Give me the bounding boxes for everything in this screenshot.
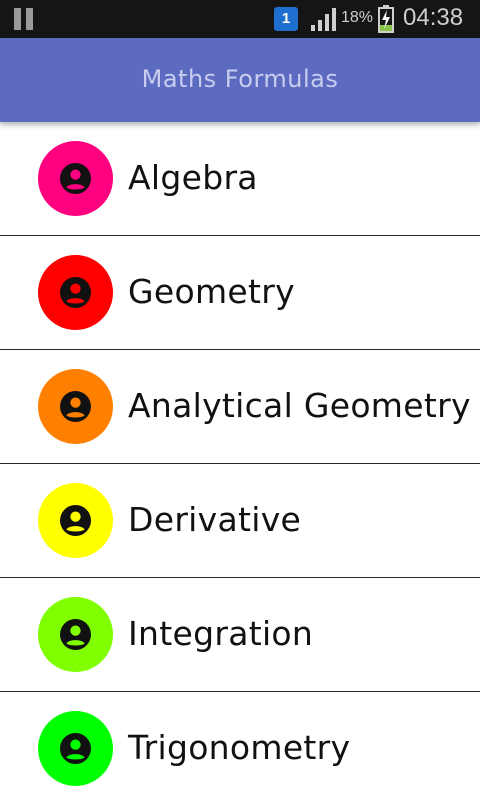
account-circle-icon: [60, 163, 91, 194]
battery-charging-icon: [378, 5, 394, 33]
list-item[interactable]: Trigonometry: [0, 692, 480, 800]
clock: 04:38: [403, 4, 464, 31]
list-item[interactable]: Integration: [0, 578, 480, 692]
account-circle-icon: [60, 391, 91, 422]
list-item[interactable]: Derivative: [0, 464, 480, 578]
topic-label: Geometry: [128, 272, 295, 311]
account-circle-icon: [60, 619, 91, 650]
topic-avatar: [38, 597, 113, 672]
topic-label: Derivative: [128, 500, 302, 539]
account-circle-icon: [60, 277, 91, 308]
topic-avatar: [38, 141, 113, 216]
topic-label: Algebra: [128, 158, 258, 197]
status-bar: 1 18% 04:38: [0, 0, 480, 38]
app-title: Maths Formulas: [141, 65, 339, 93]
app-bar: Maths Formulas: [0, 38, 480, 122]
topic-avatar: [38, 369, 113, 444]
topic-label: Trigonometry: [128, 728, 351, 767]
list-item[interactable]: Geometry: [0, 236, 480, 350]
account-circle-icon: [60, 733, 91, 764]
topic-avatar: [38, 711, 113, 786]
topic-label: Analytical Geometry: [128, 386, 471, 425]
battery-percent: 18%: [341, 9, 374, 26]
list-item[interactable]: Analytical Geometry: [0, 350, 480, 464]
notification-icon: 1: [274, 7, 298, 31]
pause-icon: [14, 8, 36, 30]
account-circle-icon: [60, 505, 91, 536]
topic-avatar: [38, 483, 113, 558]
topic-avatar: [38, 255, 113, 330]
topic-label: Integration: [128, 614, 314, 653]
topic-list: Algebra Geometry Analytical Geometry Deriva…: [0, 122, 480, 800]
list-item[interactable]: Algebra: [0, 122, 480, 236]
signal-icon: [311, 8, 336, 31]
